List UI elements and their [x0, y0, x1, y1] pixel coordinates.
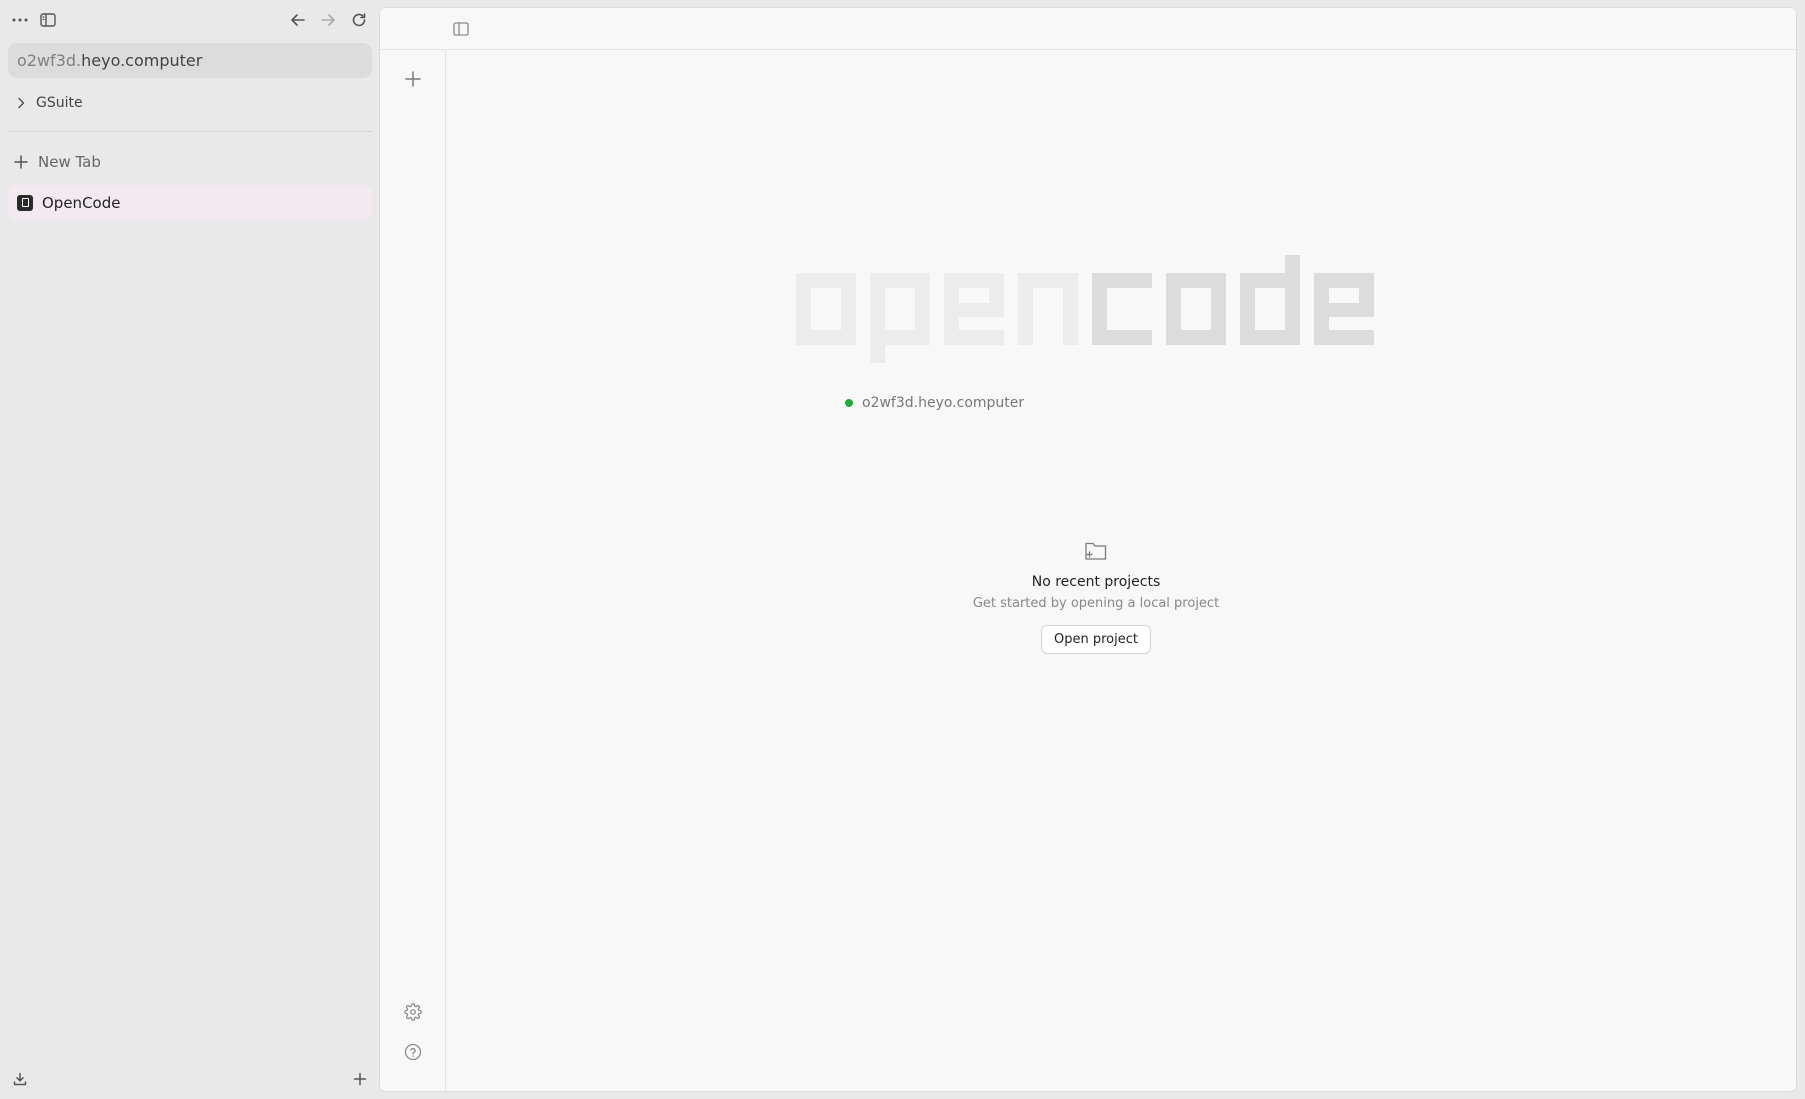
sidebar-toggle-icon[interactable] [38, 10, 58, 30]
tab-opencode[interactable]: OpenCode [8, 185, 372, 220]
add-tab-plus-icon[interactable] [350, 1069, 370, 1089]
folder-label: GSuite [36, 95, 83, 111]
server-host: o2wf3d.heyo.computer [862, 395, 1025, 411]
new-tab-button[interactable]: New Tab [14, 150, 101, 174]
add-project-plus-icon[interactable] [402, 68, 424, 90]
help-circle-icon[interactable] [402, 1041, 424, 1063]
opencode-favicon-icon [17, 194, 33, 211]
plus-icon [14, 155, 28, 169]
opencode-logo: opencode [796, 255, 1376, 369]
web-content: opencode o2 [379, 7, 1797, 1092]
sidebar-folder-gsuite[interactable]: GSuite [16, 91, 83, 115]
url-subdomain: o2wf3d. [17, 51, 82, 70]
chevron-right-icon [16, 97, 26, 109]
url-bar[interactable]: o2wf3d. heyo.computer [8, 43, 372, 78]
arrow-left-icon[interactable] [288, 10, 308, 30]
opencode-wordmark [796, 255, 1374, 363]
reload-icon[interactable] [349, 10, 369, 30]
app-main: opencode o2 [446, 50, 1796, 1091]
empty-state: No recent projects Get started by openin… [846, 540, 1346, 654]
tab-label: OpenCode [42, 193, 121, 212]
server-status[interactable]: o2wf3d.heyo.computer [845, 395, 1024, 411]
browser-sidebar: o2wf3d. heyo.computer GSuite New Tab Open… [0, 0, 378, 1099]
more-horizontal-icon[interactable] [10, 10, 30, 30]
new-tab-label: New Tab [38, 153, 101, 171]
status-dot [845, 399, 853, 407]
arrow-right-icon[interactable] [318, 10, 338, 30]
empty-state-title: No recent projects [1031, 574, 1161, 590]
url-host: heyo.computer [81, 51, 203, 70]
empty-state-subtitle: Get started by opening a local project [972, 596, 1220, 611]
sidebar-toggle-icon[interactable] [451, 19, 471, 39]
app-topbar [380, 8, 1796, 50]
open-project-button[interactable]: Open project [1041, 625, 1151, 654]
download-icon[interactable] [10, 1069, 30, 1089]
folder-plus-icon [1084, 540, 1108, 562]
gear-icon[interactable] [402, 1001, 424, 1023]
sidebar-divider [8, 131, 372, 132]
app-rail [380, 50, 446, 1091]
